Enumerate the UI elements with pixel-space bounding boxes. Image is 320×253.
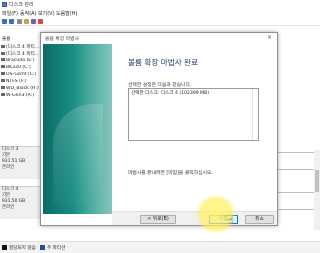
drive-icon	[1, 72, 5, 75]
list-item[interactable]: OS-Gsmt (C:)	[0, 72, 44, 79]
folder-icon[interactable]	[24, 19, 29, 24]
list-item[interactable]: (디스크 4 파티...	[0, 51, 44, 58]
wizard-heading: 볼륨 확장 마법사 완료	[128, 58, 199, 67]
settings-summary-box[interactable]: 선택한 디스크: 디스크 4 (102399 MB)	[128, 88, 259, 141]
menu-view[interactable]: 보기(V)	[38, 10, 55, 17]
primary-swatch	[40, 245, 45, 250]
menu-action[interactable]: 동작(A)	[20, 10, 37, 17]
wizard-banner	[43, 44, 112, 214]
toolbar	[0, 17, 320, 26]
summary-scrollbar[interactable]	[252, 89, 258, 140]
drive-icon	[1, 86, 5, 89]
finish-instruction: 마법사를 끝내려면 [마침]을 클릭하십시오.	[128, 171, 213, 176]
dialog-title: 볼륨 확장 마법사	[41, 33, 277, 43]
drive-icon	[1, 58, 5, 61]
title-bar: 디스크 관리	[0, 0, 320, 9]
disk-management-icon	[2, 2, 7, 7]
hand-cursor-icon: ☝	[228, 216, 234, 226]
list-item[interactable]: Bracuda (E:)	[0, 58, 44, 65]
unallocated-swatch	[2, 245, 7, 250]
drive-icon	[1, 45, 5, 48]
close-icon[interactable]: ×	[267, 34, 272, 41]
vertical-scrollbar[interactable]	[314, 150, 320, 230]
list-item[interactable]: W-Gen3 (A:)	[0, 93, 44, 100]
grid-icon[interactable]	[17, 19, 22, 24]
forward-icon[interactable]	[9, 19, 14, 24]
drive-icon	[1, 79, 5, 82]
list-item[interactable]: (디스크 4 파티...	[0, 44, 44, 51]
list-item[interactable]: WD_Black (H:)	[0, 86, 44, 93]
menu-bar: 파일(F) 동작(A) 보기(V) 도움말(H)	[0, 9, 320, 17]
scrollbar-thumb[interactable]	[315, 170, 319, 192]
selected-disk-text: 선택한 디스크: 디스크 4 (102399 MB)	[131, 91, 210, 96]
settings-caption: 선택한 설정은 다음과 같습니다.	[128, 83, 192, 88]
back-button[interactable]: < 뒤로(B)	[140, 215, 176, 224]
legend-bar: 할당되지 않음 주 파티션	[0, 241, 320, 253]
primary-label: 주 파티션	[47, 246, 66, 251]
delete-icon[interactable]	[38, 19, 43, 24]
back-icon[interactable]	[2, 19, 7, 24]
extend-volume-wizard: 볼륨 확장 마법사 × 볼륨 확장 마법사 완료 선택한 설정은 다음과 같습니…	[40, 32, 278, 226]
drive-icon	[1, 52, 5, 55]
list-item[interactable]: BK320 (C:)	[0, 65, 44, 72]
window-title: 디스크 관리	[9, 2, 34, 8]
banner-swoosh	[73, 44, 112, 214]
menu-file[interactable]: 파일(F)	[2, 10, 18, 17]
drive-icon	[1, 93, 5, 96]
list-item[interactable]: NTFS (F:)	[0, 79, 44, 86]
cancel-button[interactable]: 취소	[245, 215, 274, 224]
unallocated-label: 할당되지 않음	[9, 246, 36, 251]
drive-icon	[1, 65, 5, 68]
volume-column-header[interactable]: 볼륨	[0, 36, 44, 42]
properties-icon[interactable]	[31, 19, 36, 24]
click-highlight	[195, 195, 237, 233]
menu-help[interactable]: 도움말(H)	[56, 10, 77, 17]
